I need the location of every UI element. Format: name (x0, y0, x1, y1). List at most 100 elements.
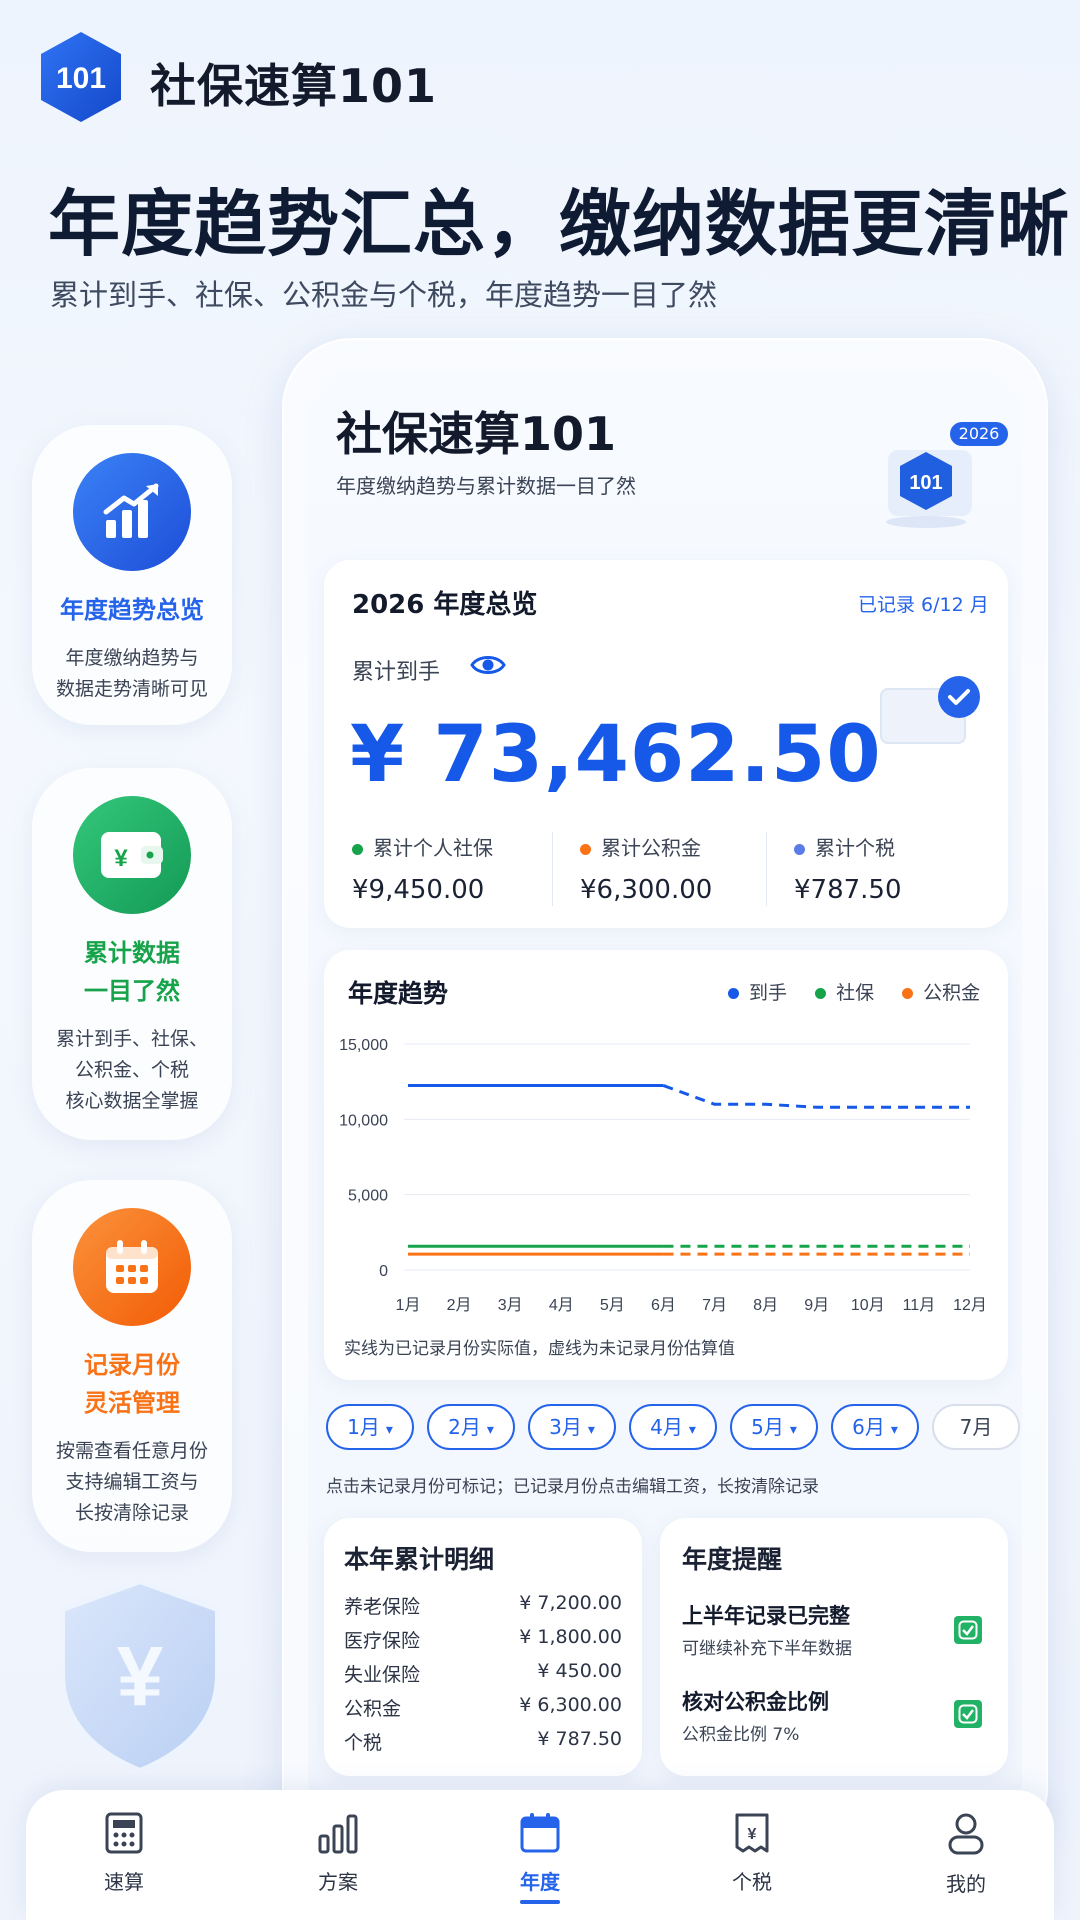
stat-social-insurance: 累计个人社保 ¥9,450.00 (352, 836, 493, 905)
feature-desc: 年度缴纳趋势与 数据走势清晰可见 (55, 647, 208, 700)
trend-line-chart: 0 5,000 10,000 15,000 1月 2月 3月 4月 5月 6月 7月 8月 9月 10月 1… (339, 1037, 987, 1314)
x-tick-label: 7月 (702, 1297, 727, 1314)
eye-icon[interactable] (470, 652, 506, 682)
app-logo-icon: 101 (880, 440, 980, 530)
net-income-label: 累计到手 (352, 660, 441, 685)
chevron-down-icon: ▾ (789, 1422, 797, 1438)
month-pill[interactable]: 6月 ▾ (831, 1404, 919, 1450)
app-subtitle: 年度缴纳趋势与累计数据一目了然 (336, 474, 636, 498)
app-title: 社保速算101 (336, 407, 617, 461)
brand-logo-text: 101 (56, 62, 106, 95)
month-pill[interactable]: 4月 ▾ (629, 1404, 717, 1450)
nav-label: 年度 (520, 1870, 560, 1894)
month-pill[interactable]: 5月 ▾ (730, 1404, 818, 1450)
month-pill[interactable]: 1月 ▾ (326, 1404, 414, 1450)
detail-row: 公积金 ¥ 6,300.00 (344, 1694, 622, 1720)
y-tick-label: 10,000 (339, 1112, 388, 1129)
brand-name: 社保速算101 (150, 59, 438, 113)
chart-legend: 到手 社保 公积金 (728, 978, 980, 1005)
app-logo-text: 101 (909, 472, 942, 494)
calendar-icon (73, 1208, 191, 1326)
month-pill[interactable]: 7月 (932, 1404, 1020, 1450)
detail-row: 失业保险 ¥ 450.00 (344, 1660, 622, 1686)
detail-row: 个税 ¥ 787.50 (344, 1728, 622, 1754)
legend-dot (815, 988, 827, 999)
nav-item-me[interactable]: 我的 (906, 1812, 1026, 1897)
recorded-months-link[interactable]: 已记录 6/12 月 (858, 590, 989, 617)
nav-item-annual[interactable]: 年度 (480, 1812, 600, 1895)
nav-label: 我的 (946, 1872, 986, 1896)
feature-title: 年度趋势总览 (60, 596, 204, 624)
feature-card-cumulative: ¥ 累计数据 一目了然 累计到手、社保、 公积金、个税 核心数据全掌握 (32, 768, 232, 1140)
legend-dot (794, 844, 805, 855)
legend-item: 社保 (836, 982, 875, 1004)
wallet-icon: ¥ (73, 796, 191, 914)
legend-item: 到手 (749, 982, 788, 1004)
nav-label: 速算 (104, 1870, 144, 1894)
x-tick-label: 3月 (498, 1297, 523, 1314)
wallet-currency-symbol: ¥ (114, 845, 128, 872)
series-line-1-estimate (662, 1084, 970, 1109)
trend-title: 年度趋势 (348, 979, 449, 1008)
x-tick-label: 10月 (851, 1297, 885, 1314)
checkbox-checked-icon[interactable] (954, 1616, 982, 1644)
nav-label: 方案 (318, 1870, 358, 1894)
x-tick-label: 11月 (903, 1297, 936, 1314)
month-pill[interactable]: 3月 ▾ (528, 1404, 616, 1450)
legend-item: 公积金 (923, 982, 981, 1004)
feature-card-trend: 年度趋势总览 年度缴纳趋势与 数据走势清晰可见 (32, 425, 232, 725)
y-tick-label: 0 (379, 1263, 388, 1280)
feature-title: 记录月份 灵活管理 (84, 1351, 180, 1417)
legend-dot (902, 988, 914, 999)
check-circle-icon (938, 676, 980, 718)
legend-dot (728, 988, 739, 999)
detail-row: 医疗保险 ¥ 1,800.00 (344, 1626, 622, 1652)
stat-income-tax: 累计个税 ¥787.50 (794, 836, 902, 905)
shield-currency-symbol: ¥ (117, 1629, 164, 1723)
reminder-item-sub: 公积金比例 7% (682, 1725, 800, 1745)
x-tick-label: 4月 (549, 1297, 574, 1314)
x-tick-label: 12月 (953, 1297, 987, 1314)
year-badge: 2026 (950, 422, 1008, 446)
nav-active-indicator (520, 1900, 560, 1904)
page-headline: 年度趋势汇总，缴纳数据更清晰 (48, 182, 1071, 266)
chevron-down-icon: ▾ (688, 1422, 696, 1438)
detail-row: 养老保险 ¥ 7,200.00 (344, 1592, 622, 1618)
divider (766, 832, 767, 906)
checkbox-checked-icon[interactable] (954, 1700, 982, 1728)
x-tick-label: 1月 (396, 1297, 421, 1314)
nav-item-calc[interactable]: 速算 (64, 1812, 184, 1895)
chevron-down-icon: ▾ (486, 1422, 494, 1438)
month-pill[interactable]: 2月 ▾ (427, 1404, 515, 1450)
reminder-item-title: 上半年记录已完整 (682, 1604, 850, 1628)
x-tick-label: 2月 (447, 1297, 472, 1314)
x-tick-label: 6月 (651, 1297, 676, 1314)
feature-desc: 累计到手、社保、 公积金、个税 核心数据全掌握 (55, 1028, 208, 1112)
x-tick-label: 5月 (600, 1297, 625, 1314)
feature-title: 累计数据 一目了然 (84, 939, 180, 1005)
calendar-icon (520, 1813, 560, 1853)
tax-currency-symbol: ¥ (748, 1826, 757, 1843)
x-tick-label: 9月 (804, 1297, 829, 1314)
net-income-amount: ¥ 73,462.50 (350, 710, 882, 800)
calculator-icon (105, 1812, 143, 1854)
detail-title: 本年累计明细 (344, 1545, 495, 1574)
overview-title: 2026 年度总览 (352, 590, 538, 620)
feature-desc: 按需查看任意月份 支持编辑工资与 长按清除记录 (55, 1440, 208, 1524)
shield-yuan-icon: ¥ (50, 1575, 230, 1779)
reminder-item-title: 核对公积金比例 (682, 1690, 829, 1714)
feature-card-months: 记录月份 灵活管理 按需查看任意月份 支持编辑工资与 长按清除记录 (32, 1180, 232, 1552)
chevron-down-icon: ▾ (890, 1422, 898, 1438)
y-tick-label: 15,000 (339, 1037, 388, 1054)
reminder-item-sub: 可继续补充下半年数据 (682, 1639, 852, 1659)
stat-housing-fund: 累计公积金 ¥6,300.00 (580, 836, 713, 905)
nav-label: 个税 (732, 1870, 772, 1894)
y-tick-label: 5,000 (348, 1188, 388, 1205)
chevron-down-icon: ▾ (385, 1422, 393, 1438)
chart-note: 实线为已记录月份实际值，虚线为未记录月份估算值 (344, 1339, 735, 1359)
nav-item-tax[interactable]: ¥ 个税 (692, 1812, 812, 1895)
legend-dot (352, 844, 363, 855)
reminder-title: 年度提醒 (682, 1545, 783, 1574)
nav-item-plan[interactable]: 方案 (278, 1812, 398, 1895)
legend-dot (580, 844, 591, 855)
